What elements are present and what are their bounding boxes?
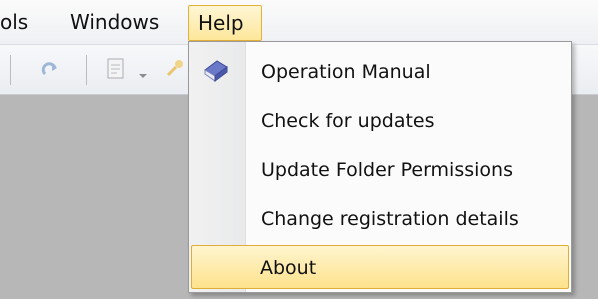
menu-item-operation-manual[interactable]: Operation Manual xyxy=(191,50,569,94)
menu-item-label: Update Folder Permissions xyxy=(261,159,513,181)
menu-item-about[interactable]: About xyxy=(191,245,569,289)
document-icon[interactable] xyxy=(106,57,126,85)
toolbar-separator xyxy=(86,55,87,85)
menu-item-label: Change registration details xyxy=(261,208,519,230)
menu-tools[interactable]: ols xyxy=(0,4,28,40)
menu-item-label: About xyxy=(260,257,317,279)
menu-item-check-for-updates[interactable]: Check for updates xyxy=(191,99,569,143)
menu-item-label: Check for updates xyxy=(261,110,435,132)
toolbar-separator xyxy=(10,55,11,85)
book-icon xyxy=(202,58,230,88)
redo-icon[interactable] xyxy=(40,59,62,85)
dropdown-arrow-icon[interactable] xyxy=(138,65,148,84)
menu-windows[interactable]: Windows xyxy=(70,4,159,40)
help-dropdown-menu: Operation Manual Check for updates Updat… xyxy=(188,41,572,293)
key-icon[interactable] xyxy=(162,57,186,85)
menu-item-change-registration-details[interactable]: Change registration details xyxy=(191,197,569,241)
menu-item-label: Operation Manual xyxy=(261,61,431,83)
menu-help[interactable]: Help xyxy=(188,5,262,41)
menu-bar: ols Windows Help xyxy=(0,0,598,45)
menu-item-update-folder-permissions[interactable]: Update Folder Permissions xyxy=(191,148,569,192)
